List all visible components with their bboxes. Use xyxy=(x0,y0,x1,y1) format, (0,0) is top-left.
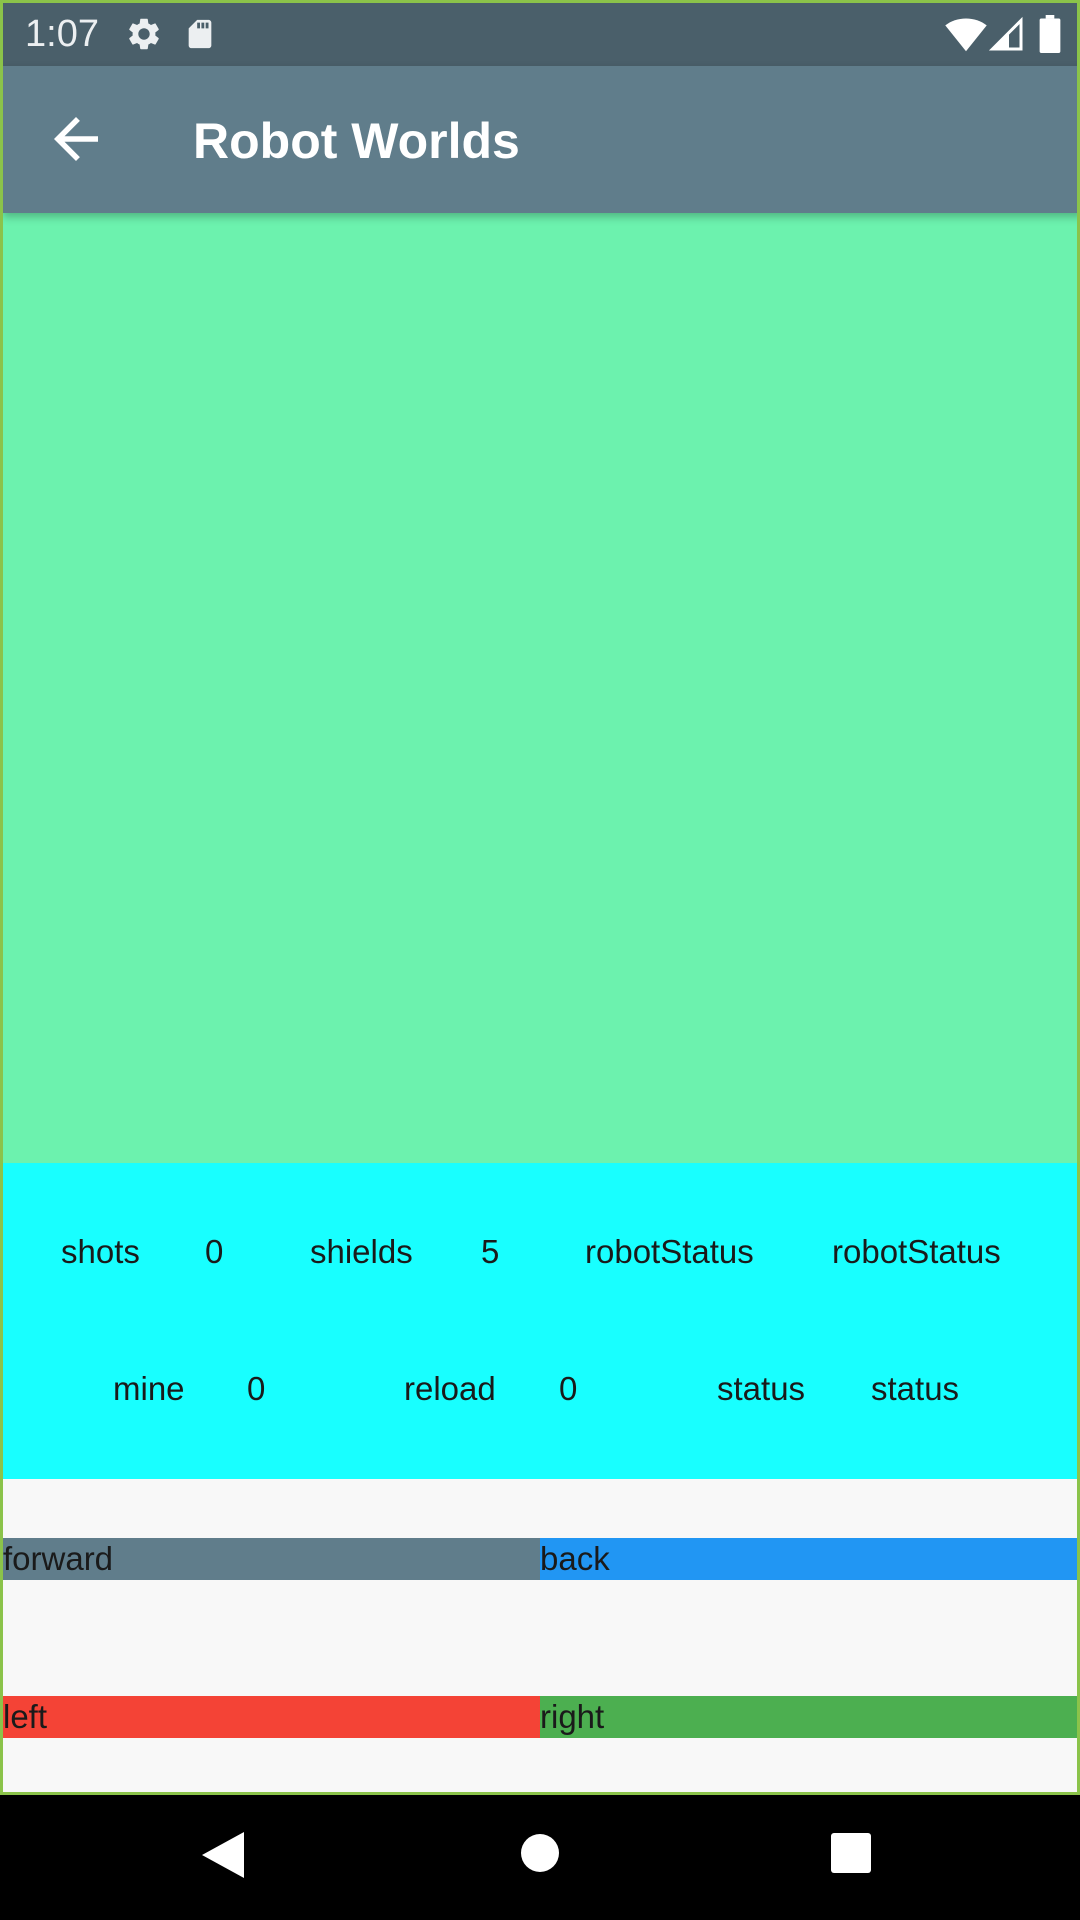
shields-label: shields xyxy=(310,1233,413,1270)
robot-status-value: robotStatus xyxy=(832,1233,1001,1270)
back-triangle-icon[interactable] xyxy=(200,1830,246,1885)
stats-panel: shots 0 shields 5 robotStatus robotStatu… xyxy=(3,1163,1077,1479)
settings-icon xyxy=(125,15,163,58)
system-nav-bar xyxy=(0,1795,1080,1920)
status-time: 1:07 xyxy=(25,13,99,55)
app-bar: Robot Worlds xyxy=(3,66,1077,213)
mine-label: mine xyxy=(113,1370,185,1407)
screen: 1:07 Robot Worlds shots 0 shields 5 robo… xyxy=(0,0,1080,1920)
home-circle-icon[interactable] xyxy=(520,1833,560,1878)
arrow-back-icon xyxy=(43,117,109,176)
signal-icon xyxy=(988,15,1024,58)
recents-square-icon[interactable] xyxy=(831,1833,871,1878)
right-button[interactable]: right xyxy=(540,1696,1077,1738)
shots-value: 0 xyxy=(205,1233,224,1270)
left-button[interactable]: left xyxy=(3,1696,540,1738)
back-button[interactable] xyxy=(43,106,109,172)
shots-label: shots xyxy=(61,1233,140,1270)
world-canvas[interactable] xyxy=(3,213,1077,1163)
reload-label: reload xyxy=(404,1370,496,1407)
status-value: status xyxy=(871,1370,960,1407)
back-move-button[interactable]: back xyxy=(540,1538,1077,1580)
wifi-icon xyxy=(945,15,987,58)
app-frame: 1:07 Robot Worlds shots 0 shields 5 robo… xyxy=(0,0,1080,1795)
page-title: Robot Worlds xyxy=(193,113,520,169)
status-label: status xyxy=(717,1370,806,1407)
reload-value: 0 xyxy=(559,1370,578,1407)
mine-value: 0 xyxy=(247,1370,266,1407)
shields-value: 5 xyxy=(481,1233,500,1270)
forward-button[interactable]: forward xyxy=(3,1538,540,1580)
sd-card-icon xyxy=(183,15,217,58)
status-bar: 1:07 xyxy=(3,3,1077,66)
battery-icon xyxy=(1039,15,1061,58)
robot-status-label: robotStatus xyxy=(585,1233,754,1270)
